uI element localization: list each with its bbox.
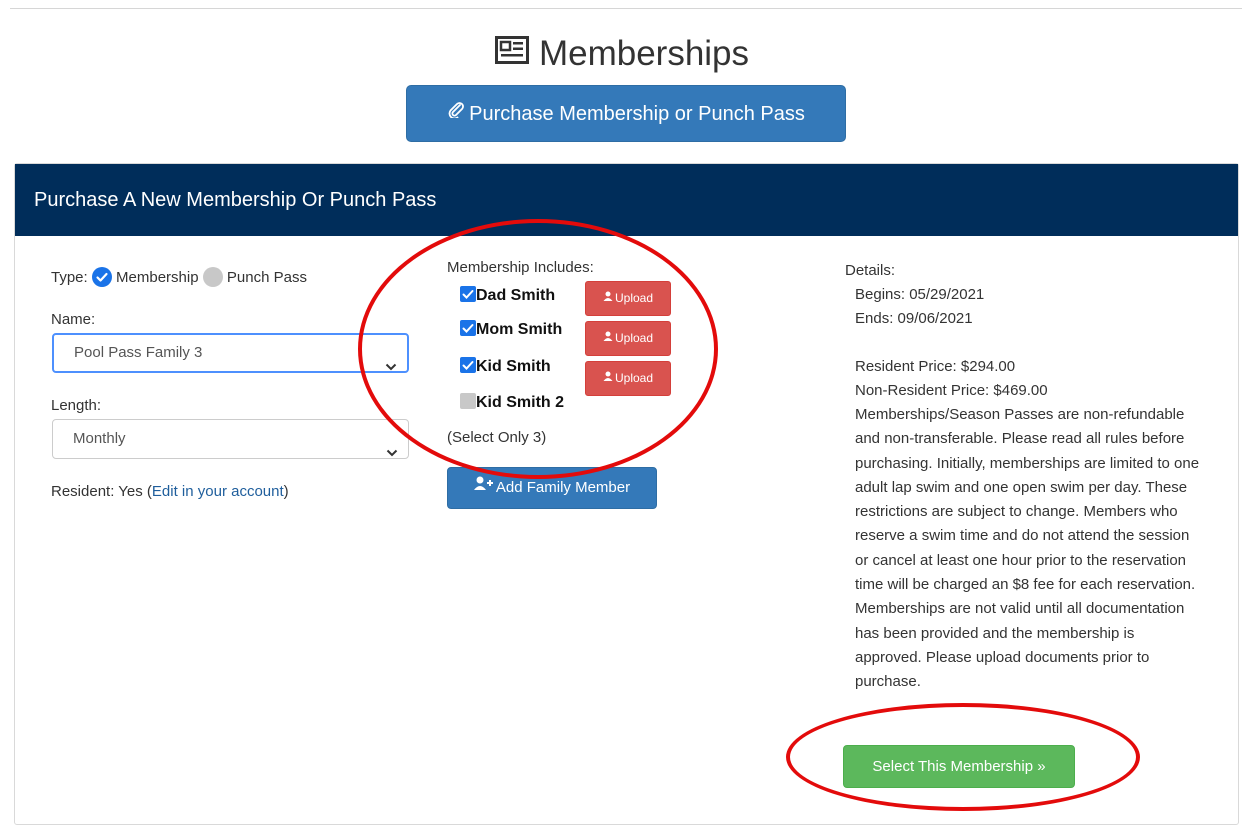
page: Memberships Purchase Membership or Punch… xyxy=(0,0,1244,838)
member-name: Mom Smith xyxy=(476,321,563,338)
purchase-button-label: Purchase Membership or Punch Pass xyxy=(469,103,805,125)
name-select-value: Pool Pass Family 3 xyxy=(74,344,203,361)
user-icon xyxy=(603,321,613,354)
length-label: Length: xyxy=(51,397,102,414)
upload-label: Upload xyxy=(614,371,654,385)
resident-prefix: Resident: Yes ( xyxy=(51,483,152,500)
upload-button[interactable]: Upload xyxy=(585,281,671,316)
name-label: Name: xyxy=(51,311,96,328)
page-title-text: Memberships xyxy=(538,34,750,73)
user-plus-icon xyxy=(473,466,494,506)
member-checkbox[interactable] xyxy=(460,356,476,373)
resident-status: Resident: Yes (Edit in your account) xyxy=(51,483,289,500)
paperclip-icon xyxy=(447,84,465,141)
length-select[interactable]: Monthly xyxy=(52,419,409,459)
user-icon xyxy=(603,281,613,314)
name-select[interactable]: Pool Pass Family 3 xyxy=(52,333,409,373)
membership-includes-label: Membership Includes: xyxy=(447,259,594,276)
nonresident-price: Non-Resident Price: $469.00 xyxy=(855,382,1048,399)
select-note: (Select Only 3) xyxy=(447,429,547,446)
top-divider xyxy=(10,8,1242,9)
upload-label: Upload xyxy=(614,291,654,305)
member-row: Mom Smith xyxy=(460,319,563,339)
member-name: Kid Smith 2 xyxy=(476,394,565,411)
purchase-membership-button[interactable]: Purchase Membership or Punch Pass xyxy=(406,85,846,142)
radio-membership[interactable] xyxy=(91,267,112,287)
upload-button[interactable]: Upload xyxy=(585,361,671,396)
add-family-member-label: Add Family Member xyxy=(495,479,631,496)
membership-description: Memberships/Season Passes are non-refund… xyxy=(855,406,1200,691)
add-family-member-button[interactable]: Add Family Member xyxy=(447,467,657,509)
radio-punch-pass-label: Punch Pass xyxy=(226,268,307,286)
chevron-down-icon xyxy=(385,349,397,385)
resident-suffix: ) xyxy=(283,483,289,500)
member-name: Dad Smith xyxy=(476,287,556,304)
details-section: Details: Begins: 05/29/2021 Ends: 09/06/… xyxy=(845,259,1205,695)
newspaper-icon xyxy=(494,31,529,75)
panel-heading: Purchase A New Membership Or Punch Pass xyxy=(15,164,1238,236)
radio-membership-label: Membership xyxy=(116,268,199,286)
details-spacer xyxy=(845,331,1205,355)
upload-button[interactable]: Upload xyxy=(585,321,671,356)
ends-date: Ends: 09/06/2021 xyxy=(855,310,973,327)
edit-account-link[interactable]: Edit in your account xyxy=(152,483,284,500)
type-row: Type: Membership Punch Pass xyxy=(51,267,307,288)
begins-date: Begins: 05/29/2021 xyxy=(855,286,985,303)
member-checkbox[interactable] xyxy=(460,392,476,409)
member-name: Kid Smith xyxy=(476,358,551,375)
user-icon xyxy=(603,361,613,394)
type-label: Type: xyxy=(51,268,88,286)
member-row: Dad Smith xyxy=(460,285,556,305)
member-row: Kid Smith 2 xyxy=(460,392,565,412)
select-membership-button[interactable]: Select This Membership » xyxy=(843,745,1075,788)
member-row: Kid Smith xyxy=(460,356,551,376)
radio-punch-pass[interactable] xyxy=(202,267,223,287)
resident-price: Resident Price: $294.00 xyxy=(855,358,1016,375)
page-title: Memberships xyxy=(0,32,1244,78)
length-select-value: Monthly xyxy=(73,430,126,447)
member-checkbox[interactable] xyxy=(460,319,476,336)
chevron-down-icon xyxy=(386,434,398,472)
member-checkbox[interactable] xyxy=(460,285,476,302)
details-label: Details: xyxy=(845,262,896,279)
upload-label: Upload xyxy=(614,331,654,345)
